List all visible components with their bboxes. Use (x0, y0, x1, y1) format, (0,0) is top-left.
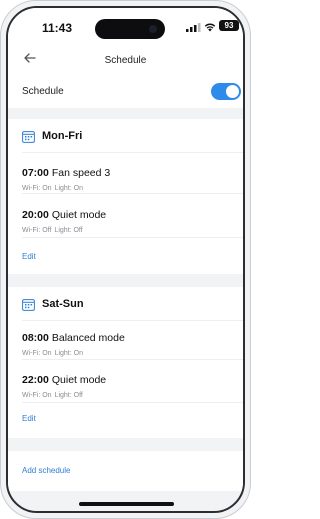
edit-weekdays-link[interactable]: Edit (22, 252, 36, 261)
status-time: 11:43 (42, 21, 73, 35)
add-schedule-link[interactable]: Add schedule (22, 466, 70, 475)
camera-icon (149, 25, 157, 33)
dynamic-island (95, 19, 165, 39)
schedule-entry[interactable]: 20:00 Quiet mode Wi-Fi: Off Light: Off (22, 205, 106, 234)
group-days-label: Sat-Sun (42, 298, 84, 310)
schedule-group-weekdays: Mon-Fri 07:00 Fan speed 3 Wi-Fi: On Light:… (8, 119, 243, 274)
entry-light: Light: Off (54, 227, 83, 234)
home-indicator (79, 502, 174, 506)
entry-details: Wi-Fi: On Light: On (22, 185, 110, 192)
nav-bar: Schedule (8, 44, 243, 74)
entry-mode: Fan speed 3 (51, 167, 111, 179)
app-screen: 11:43 93 Schedule Schedule Mon-Fri 07:00… (8, 8, 243, 511)
divider (22, 193, 243, 194)
entry-time: 20:00 (22, 209, 49, 221)
entry-time: 22:00 (22, 374, 49, 386)
entry-wifi: Wi-Fi: Off (22, 227, 52, 234)
entry-mode: Balanced mode (51, 332, 125, 344)
schedule-toggle-label: Schedule (22, 86, 64, 97)
entry-wifi: Wi-Fi: On (22, 392, 52, 399)
calendar-icon (22, 131, 35, 143)
entry-wifi: Wi-Fi: On (22, 350, 52, 357)
entry-time: 08:00 (22, 332, 49, 344)
signal-icon (186, 23, 201, 32)
entry-time: 07:00 (22, 167, 49, 179)
schedule-entry[interactable]: 08:00 Balanced mode Wi-Fi: On Light: On (22, 328, 125, 357)
divider (22, 320, 243, 321)
divider (22, 152, 243, 153)
entry-details: Wi-Fi: On Light: Off (22, 392, 106, 399)
calendar-icon (22, 299, 35, 311)
entry-mode: Quiet mode (51, 209, 107, 221)
phone-frame: 11:43 93 Schedule Schedule Mon-Fri 07:00… (0, 0, 251, 519)
schedule-entry[interactable]: 22:00 Quiet mode Wi-Fi: On Light: Off (22, 370, 106, 399)
schedule-group-weekend: Sat-Sun 08:00 Balanced mode Wi-Fi: On Ligh… (8, 287, 243, 438)
phone-bezel: 11:43 93 Schedule Schedule Mon-Fri 07:00… (6, 6, 245, 513)
entry-wifi: Wi-Fi: On (22, 185, 52, 192)
schedule-toggle-switch[interactable] (211, 83, 241, 100)
entry-light: Light: On (54, 185, 83, 192)
entry-mode: Quiet mode (51, 374, 107, 386)
divider (22, 402, 243, 403)
schedule-toggle-row: Schedule (8, 74, 243, 108)
edit-weekend-link[interactable]: Edit (22, 414, 36, 423)
divider (22, 359, 243, 360)
switch-knob (226, 85, 239, 98)
entry-details: Wi-Fi: On Light: On (22, 350, 125, 357)
page-title: Schedule (104, 55, 147, 66)
add-schedule-row: Add schedule (8, 451, 243, 491)
status-bar: 11:43 93 (8, 8, 243, 44)
entry-light: Light: On (54, 350, 83, 357)
divider (22, 237, 243, 238)
schedule-entry[interactable]: 07:00 Fan speed 3 Wi-Fi: On Light: On (22, 163, 110, 192)
battery-icon: 93 (219, 20, 239, 31)
entry-light: Light: Off (54, 392, 83, 399)
entry-details: Wi-Fi: Off Light: Off (22, 227, 106, 234)
wifi-icon (204, 23, 216, 32)
group-days-label: Mon-Fri (42, 130, 83, 142)
